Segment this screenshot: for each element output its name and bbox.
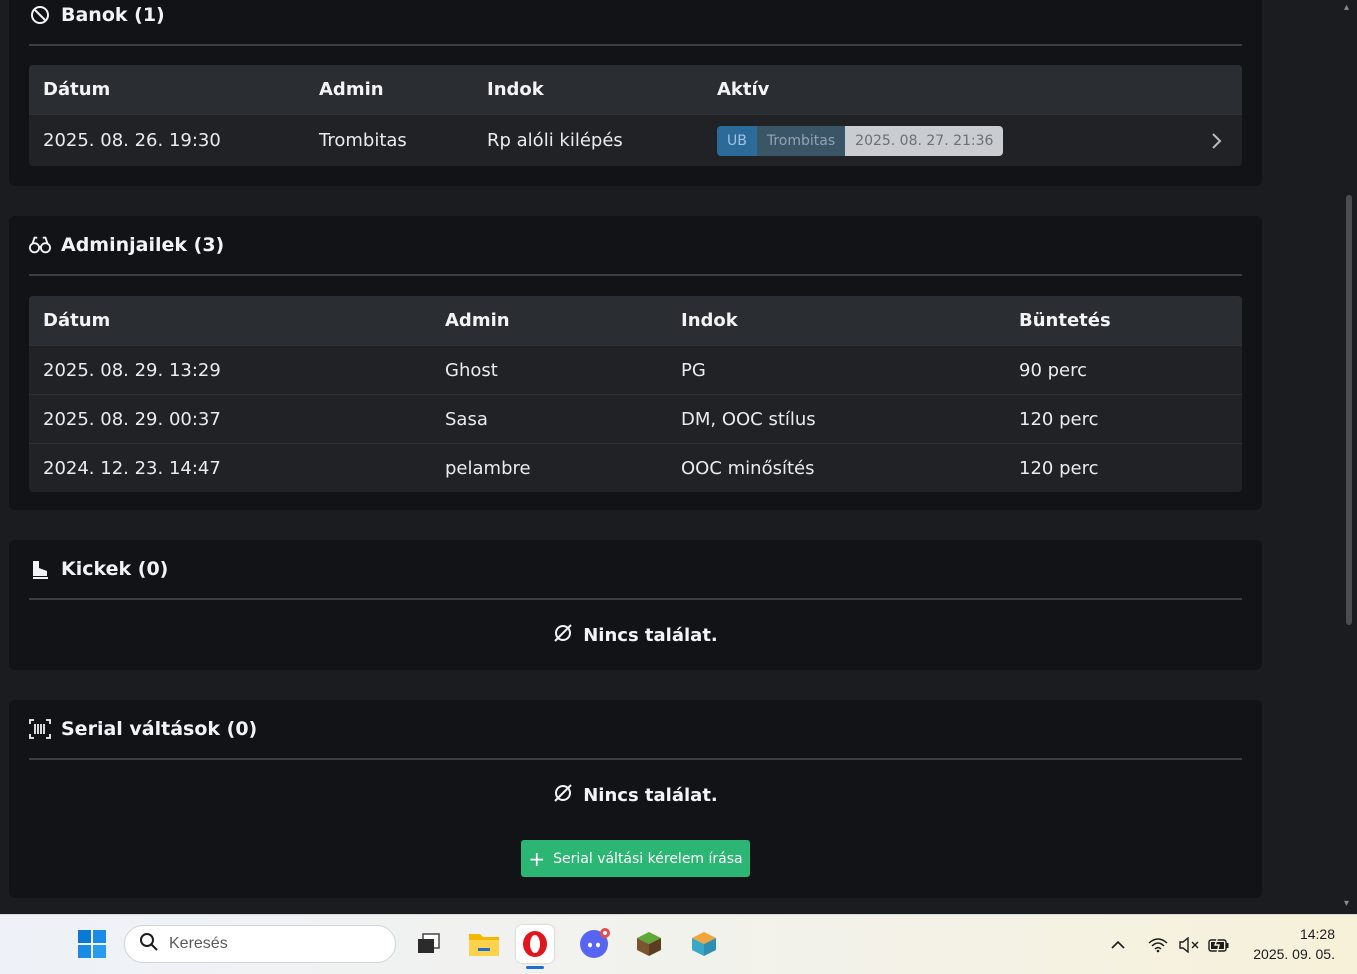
windows-start-icon[interactable]: [73, 925, 111, 963]
volume-muted-icon[interactable]: [1178, 915, 1200, 974]
col-active: Aktív: [717, 79, 770, 100]
boot-icon: [29, 558, 51, 580]
kicks-title: Kickek (0): [61, 558, 169, 580]
col-reason: Indok: [681, 310, 738, 331]
file-explorer-icon[interactable]: [465, 925, 503, 963]
bans-header: Banok (1): [29, 0, 1242, 46]
adminjails-title: Adminjailek (3): [61, 234, 225, 256]
opera-icon[interactable]: [516, 925, 554, 969]
kicks-header: Kickek (0): [29, 540, 1242, 600]
serials-header: Serial váltások (0): [29, 700, 1242, 760]
jail-date: 2025. 08. 29. 00:37: [43, 408, 221, 430]
ban-active-badge: UB Trombitas 2025. 08. 27. 21:36: [717, 115, 1004, 166]
scroll-up-icon[interactable]: ▴: [1344, 2, 1349, 13]
search-placeholder: Keresés: [169, 935, 228, 952]
cube-app-icon[interactable]: [685, 925, 723, 963]
active-app-indicator: [526, 966, 544, 969]
plus-icon: +: [528, 846, 546, 871]
show-hidden-icons-icon[interactable]: [1110, 915, 1126, 974]
col-reason: Indok: [487, 79, 544, 100]
empty-set-icon: [553, 623, 573, 648]
adminjails-header: Adminjailek (3): [29, 216, 1242, 276]
kicks-card: Kickek (0) Nincs találat.: [9, 540, 1262, 670]
adminjails-table: Dátum Admin Indok Büntetés 2025. 08. 29.…: [29, 296, 1242, 492]
col-admin: Admin: [445, 310, 510, 331]
jail-admin: pelambre: [445, 457, 531, 479]
bans-table-header: Dátum Admin Indok Aktív: [29, 65, 1242, 114]
ban-until-badge: 2025. 08. 27. 21:36: [845, 125, 1004, 156]
search-icon: [139, 932, 159, 957]
table-row: 2025. 08. 29. 13:29 Ghost PG 90 perc: [29, 345, 1242, 394]
jail-reason: OOC minősítés: [681, 457, 815, 479]
discord-icon[interactable]: [575, 925, 613, 963]
jail-penalty: 120 perc: [1019, 457, 1099, 479]
adminjails-table-header: Dátum Admin Indok Büntetés: [29, 296, 1242, 345]
wifi-icon[interactable]: [1148, 915, 1168, 974]
table-row: 2025. 08. 29. 00:37 Sasa DM, OOC stílus …: [29, 394, 1242, 443]
jail-admin: Ghost: [445, 359, 498, 381]
battery-charging-icon[interactable]: [1208, 915, 1230, 974]
taskbar-clock[interactable]: 14:28 2025. 09. 05.: [1253, 924, 1335, 964]
barcode-icon: [29, 718, 51, 740]
bans-card: Banok (1) Dátum Admin Indok Aktív 2025. …: [9, 0, 1262, 186]
col-admin: Admin: [319, 79, 384, 100]
ban-icon: [29, 4, 51, 26]
serials-card: Serial váltások (0) Nincs találat. + Ser…: [9, 700, 1262, 898]
chevron-right-icon[interactable]: [1210, 115, 1222, 166]
empty-set-icon: [553, 783, 573, 808]
scroll-down-icon[interactable]: ▾: [1344, 898, 1349, 909]
jail-penalty: 90 perc: [1019, 359, 1088, 381]
ban-by-badge: Trombitas: [756, 125, 846, 156]
clock-time: 14:28: [1299, 926, 1335, 942]
taskbar-search-input[interactable]: Keresés: [124, 925, 396, 963]
col-date: Dátum: [43, 310, 111, 331]
task-view-icon[interactable]: [410, 925, 448, 963]
table-row: 2024. 12. 23. 14:47 pelambre OOC minősít…: [29, 443, 1242, 492]
ban-admin: Trombitas: [319, 130, 407, 151]
col-date: Dátum: [43, 79, 111, 100]
serials-empty-text: Nincs találat.: [583, 784, 718, 806]
adminjails-card: Adminjailek (3) Dátum Admin Indok Büntet…: [9, 216, 1262, 510]
jail-date: 2025. 08. 29. 13:29: [43, 359, 221, 381]
taskbar: Keresés 14:28 2025. 09. 05.: [0, 914, 1357, 974]
jail-date: 2024. 12. 23. 14:47: [43, 457, 221, 479]
scrollbar-thumb[interactable]: [1346, 195, 1352, 625]
table-row[interactable]: 2025. 08. 26. 19:30 Trombitas Rp alóli k…: [29, 114, 1242, 166]
jail-penalty: 120 perc: [1019, 408, 1099, 430]
jail-admin: Sasa: [445, 408, 488, 430]
ban-date: 2025. 08. 26. 19:30: [43, 130, 221, 151]
page-viewport: Banok (1) Dátum Admin Indok Aktív 2025. …: [0, 0, 1341, 914]
clock-date: 2025. 09. 05.: [1253, 946, 1335, 962]
jail-reason: PG: [681, 359, 706, 381]
col-penalty: Büntetés: [1019, 310, 1111, 331]
bans-title: Banok (1): [61, 4, 165, 26]
kicks-empty-state: Nincs találat.: [9, 620, 1262, 650]
binoculars-icon: [29, 234, 51, 256]
ban-reason: Rp alóli kilépés: [487, 130, 623, 151]
serial-change-request-label: Serial váltási kérelem írása: [553, 850, 743, 867]
page-scrollbar[interactable]: ▴ ▾: [1341, 0, 1357, 914]
serial-change-request-button[interactable]: + Serial váltási kérelem írása: [521, 840, 750, 877]
bans-table: Dátum Admin Indok Aktív 2025. 08. 26. 19…: [29, 65, 1242, 166]
kicks-empty-text: Nincs találat.: [583, 624, 718, 646]
jail-reason: DM, OOC stílus: [681, 408, 816, 430]
minecraft-icon[interactable]: [630, 925, 668, 963]
ub-badge: UB: [717, 125, 757, 156]
serials-empty-state: Nincs találat.: [9, 780, 1262, 810]
serials-title: Serial váltások (0): [61, 718, 258, 740]
